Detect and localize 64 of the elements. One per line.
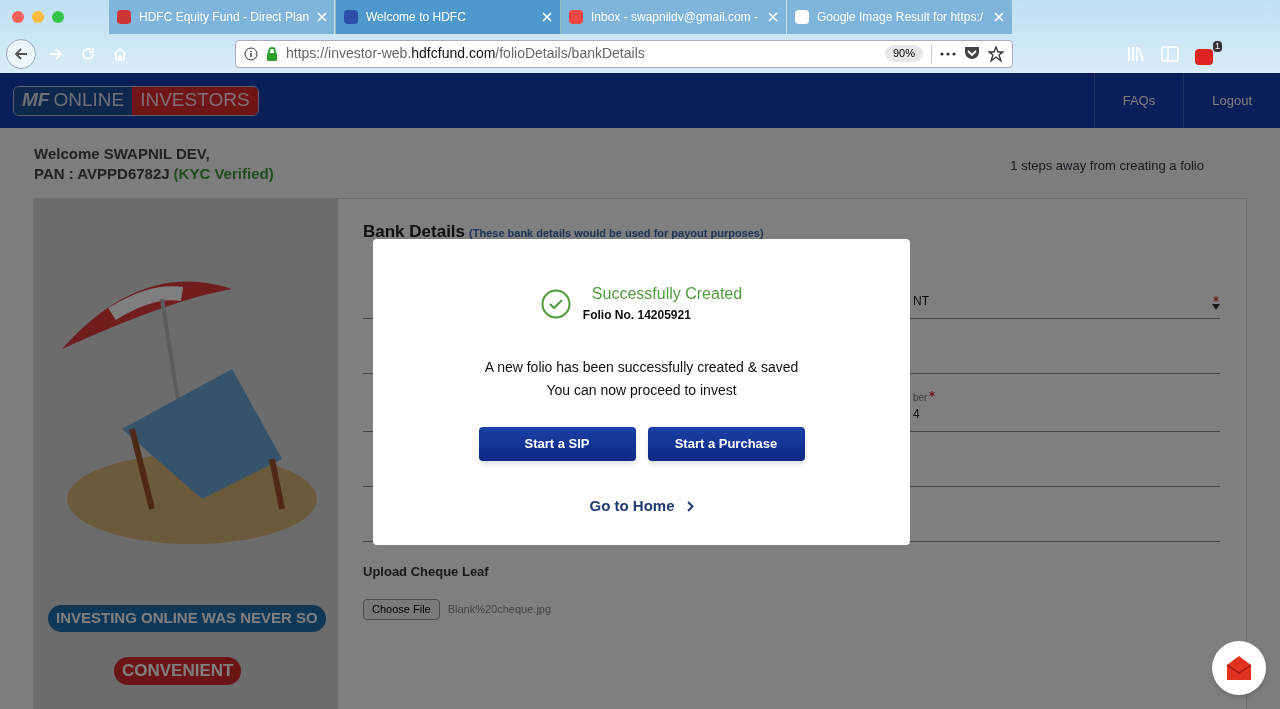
chevron-right-icon xyxy=(686,500,694,512)
dialog-title: Successfully Created xyxy=(591,284,743,304)
library-icon[interactable] xyxy=(1127,45,1145,62)
site-favicon xyxy=(344,10,358,24)
steps-remaining-text: 1 steps away from creating a folio xyxy=(1010,157,1204,175)
action-button[interactable]: Start a SIP xyxy=(478,427,636,461)
site-favicon xyxy=(795,10,809,24)
close-window-button[interactable] xyxy=(12,11,24,23)
dialog-message: A new folio has been successfully created & saved xyxy=(484,358,799,377)
chat-button[interactable] xyxy=(1212,641,1266,695)
pan-text: PAN : AVPPD6782J xyxy=(34,164,170,184)
arrow-left-icon xyxy=(13,45,29,62)
minimize-window-button[interactable] xyxy=(32,11,44,23)
action-button[interactable]: Start a Purchase xyxy=(647,427,805,461)
check-circle-icon xyxy=(540,289,571,319)
section-title: Bank Details xyxy=(363,221,466,243)
dropdown-arrow-icon[interactable] xyxy=(1212,303,1220,310)
upload-label: Upload Cheque Leaf xyxy=(363,562,490,581)
close-tab-icon[interactable] xyxy=(768,12,778,22)
close-tab-icon[interactable] xyxy=(994,12,1004,22)
go-to-home-link[interactable]: Go to Home xyxy=(589,495,694,518)
nav-link[interactable]: FAQs xyxy=(1093,73,1184,128)
logo-text: INVESTORS xyxy=(140,88,250,113)
site-favicon xyxy=(117,10,131,24)
zoom-level-button[interactable]: 90% xyxy=(884,45,923,62)
banner-text: CONVENIENT xyxy=(114,657,242,685)
folio-number: Folio No. 14205921 xyxy=(582,307,692,324)
sidebar-icon[interactable] xyxy=(1161,45,1179,62)
dialog-message: You can now proceed to invest xyxy=(546,381,737,400)
url-text: https://investor-web.hdfcfund.com/folioDetails/bankDetails xyxy=(286,44,645,63)
site-logo[interactable]: MF ONLINE INVESTORS xyxy=(13,85,259,116)
home-icon xyxy=(112,45,128,62)
kyc-status: (KYC Verified) xyxy=(173,164,274,184)
arrow-right-icon xyxy=(48,45,64,62)
field-label: ber xyxy=(913,390,928,405)
choose-file-button[interactable]: Choose File xyxy=(363,599,440,620)
close-tab-icon[interactable] xyxy=(542,12,552,22)
browser-tab[interactable]: Google Image Result for https:/ xyxy=(787,0,1013,34)
address-bar[interactable]: https://investor-web.hdfcfund.com/folioDetails/bankDetails 90% xyxy=(235,39,1013,68)
more-icon[interactable] xyxy=(940,51,956,56)
nav-link[interactable]: Logout xyxy=(1183,73,1280,128)
pocket-icon[interactable] xyxy=(964,46,980,61)
site-favicon xyxy=(569,10,583,24)
reload-icon xyxy=(80,45,96,62)
section-note: (These bank details would be used for payout purposes) xyxy=(469,226,764,241)
welcome-text: Welcome SWAPNIL DEV, xyxy=(34,144,211,164)
browser-tab[interactable]: HDFC Equity Fund - Direct Plan xyxy=(109,0,335,34)
maximize-window-button[interactable] xyxy=(52,11,64,23)
envelope-icon xyxy=(1225,655,1253,681)
browser-tab[interactable]: Inbox - swapnildv@gmail.com - xyxy=(561,0,787,34)
info-icon[interactable] xyxy=(244,46,258,61)
lock-icon xyxy=(266,46,278,61)
logo-text: MF xyxy=(22,88,50,113)
close-tab-icon[interactable] xyxy=(317,12,328,22)
field-value: NT xyxy=(913,292,929,310)
logo-text: ONLINE xyxy=(53,88,125,113)
notification-badge: 1 xyxy=(1213,41,1222,52)
browser-tab[interactable]: Welcome to HDFC xyxy=(335,0,561,34)
banner-text: INVESTING ONLINE WAS NEVER SO xyxy=(48,605,326,632)
file-name: Blank%20cheque.jpg xyxy=(447,602,552,617)
star-icon[interactable] xyxy=(988,45,1004,62)
back-button[interactable] xyxy=(6,38,36,69)
extension-button[interactable] xyxy=(1195,48,1213,65)
field-value: 4 xyxy=(913,405,921,423)
